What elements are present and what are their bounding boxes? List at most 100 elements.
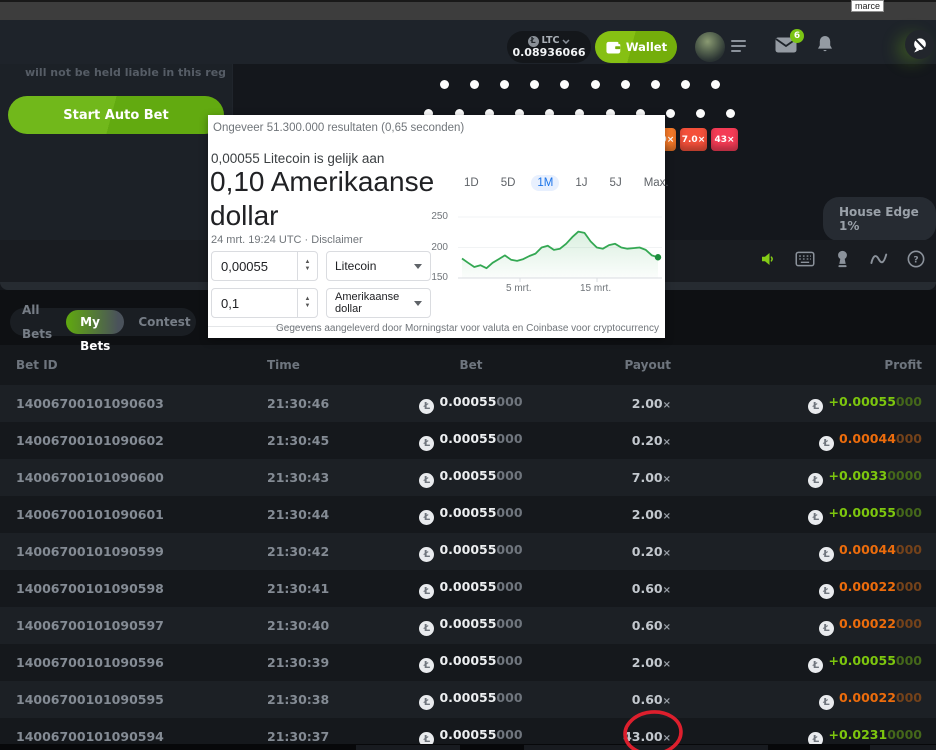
col-bet-id: Bet ID	[0, 358, 251, 372]
spinner-to[interactable]: ▲▼	[297, 289, 317, 317]
fairness-button[interactable]	[832, 249, 852, 269]
conversion-equals-line: 0,00055 Litecoin is gelijk aan	[211, 151, 384, 166]
table-row[interactable]: 1400670010109060021:30:43Ł0.000550007.00…	[0, 459, 936, 496]
bet-id: 14006700101090597	[0, 618, 251, 633]
bet-profit: Ł0.00022000	[701, 616, 936, 636]
ltc-coin-icon: Ł	[419, 547, 434, 562]
plinko-peg	[621, 80, 630, 89]
chart-range-tab-1j[interactable]: 1J	[569, 175, 593, 191]
bets-tabs: All Bets My Bets Contest	[10, 308, 196, 336]
caret-down-icon	[414, 301, 422, 306]
bet-time: 21:30:40	[251, 618, 371, 633]
menu-icon[interactable]	[731, 40, 748, 54]
chart-range-tab-1d[interactable]: 1D	[458, 175, 485, 191]
site-header: Ł LTC 0.08936066 Wallet 6	[0, 20, 936, 64]
search-stats: Ongeveer 51.300.000 resultaten (0,65 sec…	[213, 122, 464, 134]
plinko-peg	[696, 109, 705, 118]
unit-from-select[interactable]: Litecoin	[326, 251, 431, 281]
disclaimer-link[interactable]: Disclaimer	[311, 234, 362, 246]
hotkeys-button[interactable]	[795, 249, 815, 269]
unit-to-select[interactable]: Amerikaanse dollar	[326, 288, 431, 318]
bet-id: 14006700101090596	[0, 655, 251, 670]
currency-selector[interactable]: Ł LTC 0.08936066	[507, 31, 591, 63]
bet-payout: 7.00×	[571, 470, 701, 485]
start-auto-bet-button[interactable]: Start Auto Bet	[8, 96, 224, 134]
amount-from-field[interactable]: ▲▼	[211, 251, 318, 281]
svg-text:?: ?	[913, 256, 918, 266]
plinko-peg	[726, 109, 735, 118]
chart-range-tab-1m[interactable]: 1M	[531, 175, 559, 191]
plinko-peg	[470, 80, 479, 89]
spinner-from[interactable]: ▲▼	[297, 252, 317, 280]
bet-amount: Ł0.00055000	[371, 542, 571, 562]
bell-icon[interactable]	[817, 35, 833, 57]
browser-titlebar	[0, 0, 936, 20]
bet-profit: Ł+0.00055000	[701, 505, 936, 525]
plinko-peg	[591, 80, 600, 89]
bet-time: 21:30:38	[251, 692, 371, 707]
chart-range-tabs: 1D 5D 1M 1J 5J Max.	[458, 175, 675, 191]
bet-amount: Ł0.00055000	[371, 505, 571, 525]
bet-time: 21:30:46	[251, 396, 371, 411]
table-row[interactable]: 1400670010109059821:30:41Ł0.000550000.60…	[0, 570, 936, 607]
bet-controls-panel: will not be held liable in this regard. …	[0, 64, 232, 240]
casino-page: marce Ł LTC 0.08936066 Wallet 6	[0, 0, 936, 750]
chat-toggle-button[interactable]	[905, 30, 934, 59]
bet-time: 21:30:39	[251, 655, 371, 670]
bet-amount: Ł0.00055000	[371, 653, 571, 673]
mail-icon[interactable]: 6	[775, 37, 797, 57]
bet-amount: Ł0.00055000	[371, 394, 571, 414]
help-button[interactable]: ?	[906, 249, 926, 269]
amount-to-field[interactable]: ▲▼	[211, 288, 318, 318]
table-row[interactable]: 1400670010109059721:30:40Ł0.000550000.60…	[0, 607, 936, 644]
bet-time: 21:30:45	[251, 433, 371, 448]
bet-payout: 2.00×	[571, 396, 701, 411]
chart-range-tab-5j[interactable]: 5J	[604, 175, 628, 191]
next-row-sliver	[0, 744, 936, 750]
chart-range-tab-5d[interactable]: 5D	[495, 175, 522, 191]
col-time: Time	[251, 358, 371, 372]
bet-amount: Ł0.00055000	[371, 616, 571, 636]
table-row[interactable]: 1400670010109060221:30:45Ł0.000550000.20…	[0, 422, 936, 459]
col-profit: Profit	[701, 358, 936, 372]
google-conversion-popup: Ongeveer 51.300.000 resultaten (0,65 sec…	[208, 115, 665, 338]
bet-amount: Ł0.00055000	[371, 579, 571, 599]
bet-id: 14006700101090598	[0, 581, 251, 596]
ltc-coin-icon: Ł	[419, 510, 434, 525]
bet-id: 14006700101090601	[0, 507, 251, 522]
price-chart	[454, 213, 666, 291]
bet-profit: Ł0.00022000	[701, 579, 936, 599]
table-row[interactable]: 1400670010109060121:30:44Ł0.000550002.00…	[0, 496, 936, 533]
col-bet: Bet	[371, 358, 571, 372]
pawn-icon	[835, 250, 850, 268]
table-row[interactable]: 1400670010109060321:30:46Ł0.000550002.00…	[0, 385, 936, 422]
bet-id: 14006700101090594	[0, 729, 251, 744]
tab-my-bets[interactable]: My Bets	[66, 310, 124, 334]
house-edge-badge[interactable]: House Edge 1%	[823, 197, 936, 241]
table-row[interactable]: 1400670010109059921:30:42Ł0.000550000.20…	[0, 533, 936, 570]
live-stats-button[interactable]	[869, 249, 889, 269]
chevron-down-icon	[562, 39, 570, 44]
chart-range-tab-max[interactable]: Max.	[638, 175, 675, 191]
table-row[interactable]: 1400670010109059521:30:38Ł0.000550000.60…	[0, 681, 936, 718]
sound-button[interactable]	[758, 249, 778, 269]
ltc-coin-icon: Ł	[808, 658, 823, 673]
wallet-button[interactable]: Wallet	[595, 31, 677, 63]
bet-time: 21:30:42	[251, 544, 371, 559]
disclaimer-text: will not be held liable in this regard.	[25, 66, 225, 79]
amount-to-input[interactable]	[212, 296, 297, 311]
volume-icon	[759, 250, 777, 268]
bell-glyph-icon	[817, 35, 833, 53]
bet-amount: Ł0.00055000	[371, 468, 571, 488]
plinko-peg	[666, 109, 675, 118]
avatar[interactable]	[695, 32, 725, 62]
plinko-peg	[440, 80, 449, 89]
x-tick-15mrt: 15 mrt.	[580, 283, 611, 294]
bet-profit: Ł0.00044000	[701, 542, 936, 562]
x-tick-5mrt: 5 mrt.	[506, 283, 532, 294]
tab-all-bets[interactable]: All Bets	[10, 298, 64, 346]
multiplier-badge: 7.0×	[680, 128, 707, 151]
table-row[interactable]: 1400670010109059621:30:39Ł0.000550002.00…	[0, 644, 936, 681]
tab-contest[interactable]: Contest	[126, 310, 202, 334]
amount-from-input[interactable]	[212, 259, 297, 274]
